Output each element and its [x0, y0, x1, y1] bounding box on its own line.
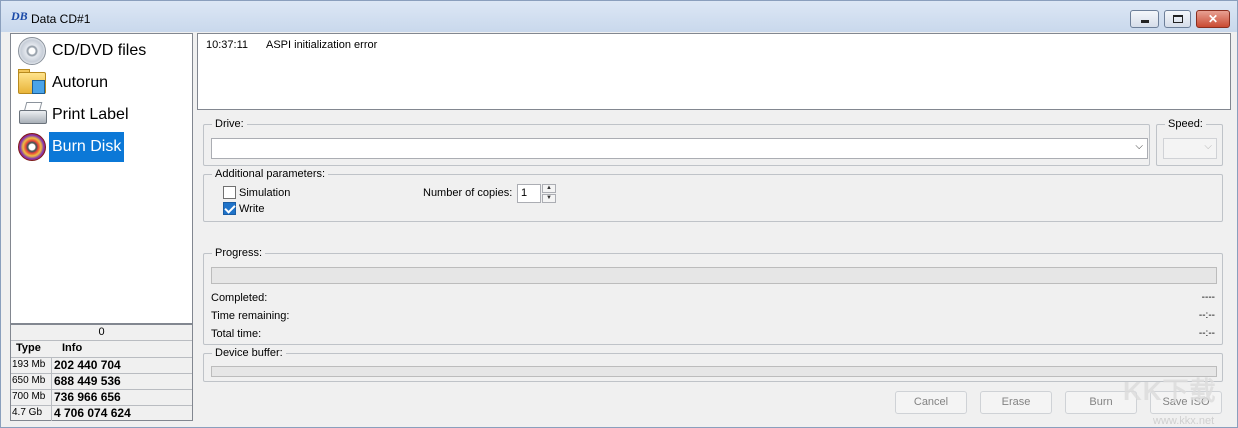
maximize-icon — [1173, 15, 1183, 23]
main-window: DB Data CD#1 ✕ CD/DVD files Autorun Prin — [0, 0, 1238, 428]
title-bar[interactable]: DB Data CD#1 ✕ — [1, 1, 1237, 32]
minimize-icon — [1141, 20, 1149, 23]
close-button[interactable]: ✕ — [1196, 10, 1230, 28]
log-panel[interactable]: 10:37:11 ASPI initialization error — [197, 33, 1231, 110]
printer-icon — [15, 100, 49, 130]
progress-label: Progress: — [212, 247, 266, 260]
nav-item-cd-dvd-files[interactable]: CD/DVD files — [15, 36, 149, 66]
nav-item-label: Autorun — [52, 74, 109, 91]
device-buffer-label: Device buffer: — [212, 347, 286, 360]
completed-label: Completed: — [211, 292, 268, 304]
device-buffer-group: Device buffer: — [203, 347, 1223, 382]
nav-panel: CD/DVD files Autorun Print Label Burn Di… — [10, 33, 193, 324]
window-title: Data CD#1 — [31, 12, 91, 26]
table-row[interactable]: 4.7 Gb 4 706 074 624 — [11, 405, 192, 421]
size-info: 736 966 656 — [51, 390, 121, 405]
disc-size-table: 0 Type Info 193 Mb 202 440 704 650 Mb 68… — [10, 324, 193, 421]
app-logo-icon: DB — [11, 9, 28, 23]
minimize-button[interactable] — [1130, 10, 1159, 28]
burn-cd-icon — [15, 132, 49, 162]
total-time-value: --:-- — [1198, 328, 1215, 339]
total-time-label: Total time: — [211, 328, 262, 340]
size-type: 193 Mb — [12, 359, 46, 370]
nav-item-print-label[interactable]: Print Label — [15, 100, 132, 130]
maximize-button[interactable] — [1164, 10, 1191, 28]
progress-bar — [211, 267, 1217, 284]
speed-select[interactable]: ⌵ — [1163, 138, 1217, 159]
chevron-down-icon: ⌵ — [1204, 141, 1212, 152]
table-row[interactable]: 650 Mb 688 449 536 — [11, 373, 192, 389]
speed-group: Speed: ⌵ — [1156, 118, 1223, 166]
drive-label: Drive: — [212, 118, 247, 131]
additional-parameters-group: Additional parameters: Simulation Write … — [203, 168, 1223, 222]
spin-down-button[interactable]: ▼ — [542, 194, 556, 203]
size-total: 0 — [11, 325, 192, 341]
progress-group: Progress: Completed: ---- Time remaining… — [203, 247, 1223, 345]
time-remaining-label: Time remaining: — [211, 310, 290, 322]
size-type: 650 Mb — [12, 375, 46, 386]
table-row[interactable]: 193 Mb 202 440 704 — [11, 357, 192, 373]
copies-input[interactable]: 1 — [517, 184, 541, 203]
chevron-down-icon: ⌵ — [1135, 141, 1143, 152]
size-type: 700 Mb — [12, 391, 46, 402]
nav-item-label: CD/DVD files — [52, 42, 147, 59]
column-header-info: Info — [62, 342, 83, 354]
size-info: 4 706 074 624 — [51, 406, 131, 421]
nav-item-autorun[interactable]: Autorun — [15, 68, 111, 98]
log-time: 10:37:11 — [206, 39, 249, 51]
device-buffer-bar — [211, 366, 1217, 377]
erase-button[interactable]: Erase — [980, 391, 1052, 414]
nav-item-label: Print Label — [52, 106, 129, 123]
simulation-label: Simulation — [239, 186, 291, 199]
watermark-logo: KK下载 — [1123, 376, 1217, 406]
additional-parameters-label: Additional parameters: — [212, 168, 329, 181]
size-info: 202 440 704 — [51, 358, 121, 373]
simulation-checkbox[interactable] — [223, 186, 236, 199]
drive-select[interactable]: ⌵ — [211, 138, 1148, 159]
folder-icon — [15, 68, 49, 98]
close-icon: ✕ — [1207, 12, 1219, 26]
write-checkbox[interactable] — [223, 202, 236, 215]
speed-label: Speed: — [1165, 118, 1206, 131]
nav-item-label: Burn Disk — [49, 132, 125, 162]
spin-up-button[interactable]: ▲ — [542, 184, 556, 193]
table-row[interactable]: 700 Mb 736 966 656 — [11, 389, 192, 405]
copies-label: Number of copies: — [423, 187, 513, 199]
watermark-url: www.kkx.net — [1153, 415, 1215, 427]
completed-value: ---- — [1201, 292, 1215, 303]
write-checkbox-row[interactable]: Write — [223, 202, 264, 215]
nav-item-burn-disk[interactable]: Burn Disk — [15, 132, 125, 162]
log-message: ASPI initialization error — [266, 39, 378, 51]
size-info: 688 449 536 — [51, 374, 121, 389]
cancel-button[interactable]: Cancel — [895, 391, 967, 414]
cd-icon — [15, 36, 49, 66]
size-type: 4.7 Gb — [12, 407, 43, 418]
drive-group: Drive: ⌵ — [203, 118, 1150, 166]
column-header-type: Type — [16, 342, 41, 354]
write-label: Write — [239, 202, 265, 215]
simulation-checkbox-row[interactable]: Simulation — [223, 186, 290, 199]
time-remaining-value: --:-- — [1198, 310, 1215, 321]
